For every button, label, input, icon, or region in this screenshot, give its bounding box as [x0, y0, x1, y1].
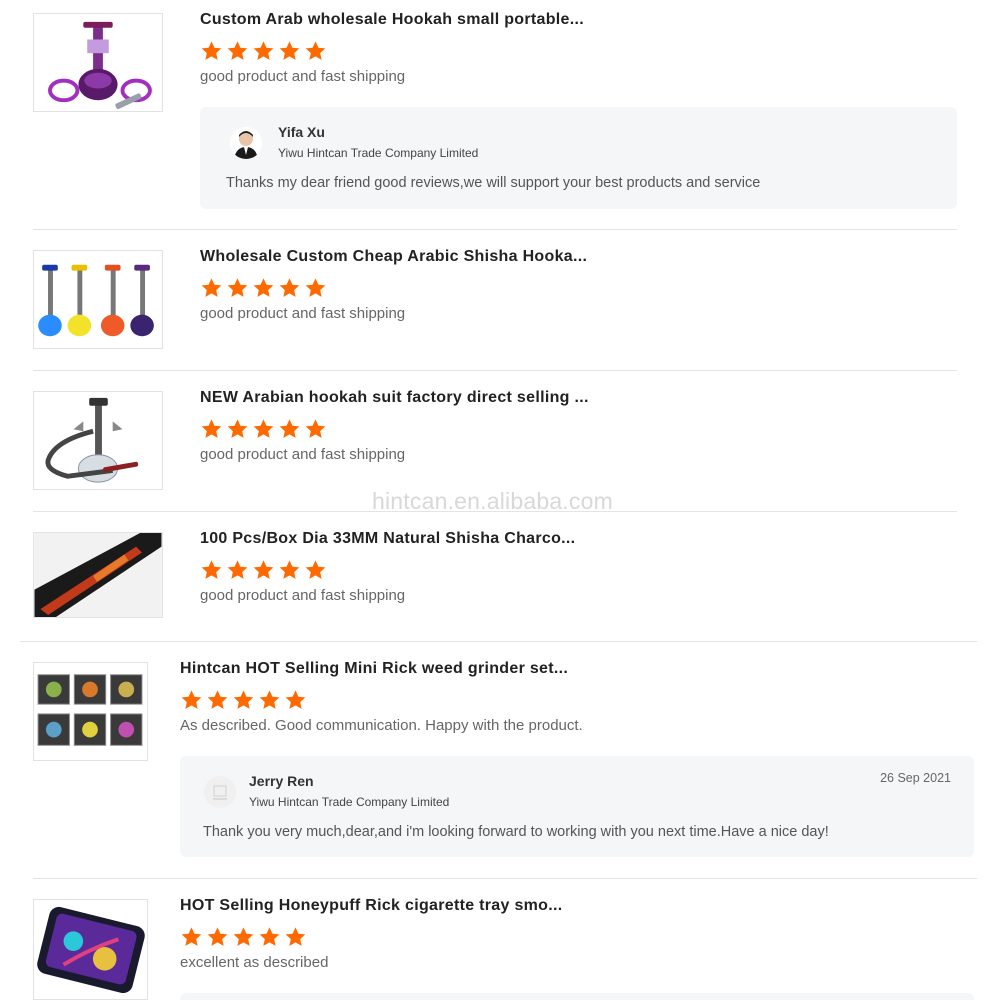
product-image[interactable] — [33, 662, 148, 761]
rating-stars — [180, 689, 307, 711]
supplier-company[interactable]: Yiwu Hintcan Trade Company Limited — [278, 146, 478, 160]
star-icon — [305, 41, 326, 60]
star-icon — [201, 419, 222, 438]
rating-stars — [200, 40, 327, 62]
star-icon — [285, 927, 306, 946]
product-image[interactable] — [33, 532, 163, 618]
star-icon — [279, 419, 300, 438]
star-icon — [279, 560, 300, 579]
product-image[interactable] — [33, 250, 163, 349]
supplier-company[interactable]: Yiwu Hintcan Trade Company Limited — [249, 795, 449, 809]
star-icon — [181, 927, 202, 946]
colorful-hookahs-icon — [34, 251, 162, 348]
charcoal-box-icon — [34, 533, 162, 617]
product-title[interactable]: 100 Pcs/Box Dia 33MM Natural Shisha Char… — [200, 530, 575, 548]
rolling-tray-icon — [34, 900, 147, 999]
star-icon — [305, 278, 326, 297]
rating-stars — [180, 926, 307, 948]
star-icon — [227, 278, 248, 297]
product-image[interactable] — [33, 391, 163, 490]
clear-hookah-icon — [34, 392, 162, 489]
star-icon — [305, 419, 326, 438]
supplier-reply: Jerry Ren Yiwu Hintcan Trade Company Lim… — [180, 756, 974, 857]
star-icon — [253, 419, 274, 438]
reply-message: Thank you very much,dear,and i'm looking… — [203, 824, 829, 840]
product-title[interactable]: Wholesale Custom Cheap Arabic Shisha Hoo… — [200, 248, 587, 266]
star-icon — [207, 927, 228, 946]
review-comment: good product and fast shipping — [200, 305, 406, 322]
star-icon — [279, 278, 300, 297]
star-icon — [201, 41, 222, 60]
product-title[interactable]: HOT Selling Honeypuff Rick cigarette tra… — [180, 897, 562, 915]
rating-stars — [200, 277, 327, 299]
supplier-avatar — [230, 127, 262, 159]
star-icon — [207, 690, 228, 709]
rating-stars — [200, 418, 327, 440]
star-icon — [305, 560, 326, 579]
divider — [20, 641, 977, 642]
star-icon — [181, 690, 202, 709]
product-image[interactable] — [33, 13, 163, 112]
star-icon — [201, 278, 222, 297]
star-icon — [285, 690, 306, 709]
reply-message: Thanks my dear friend good reviews,we wi… — [226, 175, 761, 191]
star-icon — [253, 278, 274, 297]
supplier-reply: Yifa Xu Yiwu Hintcan Trade Company Limit… — [200, 107, 957, 209]
company-logo-avatar-icon — [204, 776, 236, 808]
divider — [33, 370, 957, 371]
star-icon — [279, 41, 300, 60]
review-comment: excellent as described — [180, 954, 329, 971]
star-icon — [253, 560, 274, 579]
product-title[interactable]: Custom Arab wholesale Hookah small porta… — [200, 11, 584, 29]
star-icon — [233, 690, 254, 709]
supplier-avatar — [204, 776, 236, 808]
star-icon — [227, 41, 248, 60]
star-icon — [259, 927, 280, 946]
review-comment: good product and fast shipping — [200, 446, 406, 463]
star-icon — [201, 560, 222, 579]
star-icon — [233, 927, 254, 946]
product-title[interactable]: NEW Arabian hookah suit factory direct s… — [200, 389, 589, 407]
supplier-name: Yifa Xu — [278, 124, 325, 140]
divider — [33, 878, 977, 879]
divider — [33, 229, 957, 230]
purple-hookah-icon — [34, 14, 162, 111]
rating-stars — [200, 559, 327, 581]
star-icon — [227, 560, 248, 579]
star-icon — [253, 41, 274, 60]
reply-date: 26 Sep 2021 — [880, 771, 951, 785]
watermark: hintcan.en.alibaba.com — [372, 488, 613, 514]
star-icon — [227, 419, 248, 438]
review-comment: good product and fast shipping — [200, 68, 406, 85]
review-comment: good product and fast shipping — [200, 587, 406, 604]
product-title[interactable]: Hintcan HOT Selling Mini Rick weed grind… — [180, 660, 568, 678]
supplier-name: Jerry Ren — [249, 773, 314, 789]
supplier-reply — [180, 993, 974, 1000]
person-avatar-icon — [230, 127, 262, 159]
star-icon — [259, 690, 280, 709]
grinder-set-icon — [34, 663, 147, 760]
review-comment: As described. Good communication. Happy … — [180, 717, 583, 734]
product-image[interactable] — [33, 899, 148, 1000]
